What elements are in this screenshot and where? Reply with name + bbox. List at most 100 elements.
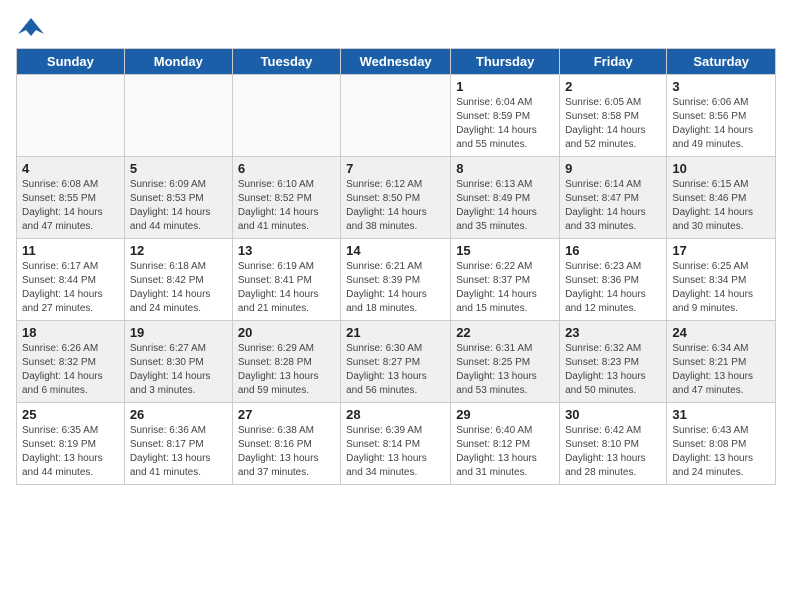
day-number: 12 xyxy=(130,243,227,258)
day-number: 17 xyxy=(672,243,770,258)
calendar-cell: 18 Sunrise: 6:26 AM Sunset: 8:32 PM Dayli… xyxy=(17,321,125,403)
logo-icon xyxy=(16,16,46,40)
day-number: 30 xyxy=(565,407,661,422)
day-info: Sunrise: 6:42 AM Sunset: 8:10 PM Dayligh… xyxy=(565,424,661,480)
day-number: 28 xyxy=(346,407,445,422)
calendar-cell: 25 Sunrise: 6:35 AM Sunset: 8:19 PM Dayli… xyxy=(17,403,125,485)
day-info: Sunrise: 6:10 AM Sunset: 8:52 PM Dayligh… xyxy=(238,178,335,234)
day-number: 27 xyxy=(238,407,335,422)
day-info: Sunrise: 6:36 AM Sunset: 8:17 PM Dayligh… xyxy=(130,424,227,480)
day-number: 1 xyxy=(456,79,554,94)
day-header-friday: Friday xyxy=(560,49,667,75)
calendar-cell: 20 Sunrise: 6:29 AM Sunset: 8:28 PM Dayli… xyxy=(232,321,340,403)
day-number: 2 xyxy=(565,79,661,94)
day-number: 23 xyxy=(565,325,661,340)
calendar-cell: 2 Sunrise: 6:05 AM Sunset: 8:58 PM Daylig… xyxy=(560,75,667,157)
logo xyxy=(16,16,50,40)
calendar-cell: 22Sunrise: 6:31 AM Sunset: 8:25 PM Dayli… xyxy=(451,321,560,403)
day-info: Sunrise: 6:06 AM Sunset: 8:56 PM Dayligh… xyxy=(672,96,770,152)
calendar-cell: 31 Sunrise: 6:43 AM Sunset: 8:08 PM Dayli… xyxy=(667,403,776,485)
day-header-wednesday: Wednesday xyxy=(341,49,451,75)
day-number: 20 xyxy=(238,325,335,340)
day-number: 11 xyxy=(22,243,119,258)
calendar-body: 1 Sunrise: 6:04 AM Sunset: 8:59 PM Daylig… xyxy=(17,75,776,485)
day-info: Sunrise: 6:26 AM Sunset: 8:32 PM Dayligh… xyxy=(22,342,119,398)
day-number: 19 xyxy=(130,325,227,340)
day-number: 8 xyxy=(456,161,554,176)
day-info: Sunrise: 6:39 AM Sunset: 8:14 PM Dayligh… xyxy=(346,424,445,480)
calendar-cell: 7Sunrise: 6:12 AM Sunset: 8:50 PM Daylig… xyxy=(341,157,451,239)
day-number: 10 xyxy=(672,161,770,176)
day-header-thursday: Thursday xyxy=(451,49,560,75)
calendar-week-row: 4 Sunrise: 6:08 AM Sunset: 8:55 PM Daylig… xyxy=(17,157,776,239)
day-info: Sunrise: 6:13 AM Sunset: 8:49 PM Dayligh… xyxy=(456,178,554,234)
day-info: Sunrise: 6:32 AM Sunset: 8:23 PM Dayligh… xyxy=(565,342,661,398)
day-info: Sunrise: 6:22 AM Sunset: 8:37 PM Dayligh… xyxy=(456,260,554,316)
day-number: 29 xyxy=(456,407,554,422)
page-header xyxy=(16,16,776,40)
calendar-week-row: 11Sunrise: 6:17 AM Sunset: 8:44 PM Dayli… xyxy=(17,239,776,321)
day-header-saturday: Saturday xyxy=(667,49,776,75)
calendar-cell: 10Sunrise: 6:15 AM Sunset: 8:46 PM Dayli… xyxy=(667,157,776,239)
calendar-cell: 3 Sunrise: 6:06 AM Sunset: 8:56 PM Daylig… xyxy=(667,75,776,157)
day-number: 16 xyxy=(565,243,661,258)
day-number: 5 xyxy=(130,161,227,176)
calendar-week-row: 18 Sunrise: 6:26 AM Sunset: 8:32 PM Dayli… xyxy=(17,321,776,403)
day-info: Sunrise: 6:08 AM Sunset: 8:55 PM Dayligh… xyxy=(22,178,119,234)
day-info: Sunrise: 6:43 AM Sunset: 8:08 PM Dayligh… xyxy=(672,424,770,480)
calendar-cell xyxy=(341,75,451,157)
day-info: Sunrise: 6:27 AM Sunset: 8:30 PM Dayligh… xyxy=(130,342,227,398)
calendar-cell: 5 Sunrise: 6:09 AM Sunset: 8:53 PM Daylig… xyxy=(124,157,232,239)
calendar-table: SundayMondayTuesdayWednesdayThursdayFrid… xyxy=(16,48,776,485)
calendar-cell: 27Sunrise: 6:38 AM Sunset: 8:16 PM Dayli… xyxy=(232,403,340,485)
day-number: 4 xyxy=(22,161,119,176)
day-number: 3 xyxy=(672,79,770,94)
day-info: Sunrise: 6:23 AM Sunset: 8:36 PM Dayligh… xyxy=(565,260,661,316)
calendar-cell xyxy=(17,75,125,157)
calendar-cell: 15 Sunrise: 6:22 AM Sunset: 8:37 PM Dayli… xyxy=(451,239,560,321)
day-info: Sunrise: 6:18 AM Sunset: 8:42 PM Dayligh… xyxy=(130,260,227,316)
calendar-cell: 1 Sunrise: 6:04 AM Sunset: 8:59 PM Daylig… xyxy=(451,75,560,157)
day-number: 15 xyxy=(456,243,554,258)
day-number: 6 xyxy=(238,161,335,176)
calendar-cell: 21Sunrise: 6:30 AM Sunset: 8:27 PM Dayli… xyxy=(341,321,451,403)
day-number: 26 xyxy=(130,407,227,422)
day-number: 24 xyxy=(672,325,770,340)
calendar-cell: 29 Sunrise: 6:40 AM Sunset: 8:12 PM Dayli… xyxy=(451,403,560,485)
calendar-cell: 16 Sunrise: 6:23 AM Sunset: 8:36 PM Dayli… xyxy=(560,239,667,321)
day-number: 22 xyxy=(456,325,554,340)
day-header-monday: Monday xyxy=(124,49,232,75)
day-header-tuesday: Tuesday xyxy=(232,49,340,75)
day-info: Sunrise: 6:34 AM Sunset: 8:21 PM Dayligh… xyxy=(672,342,770,398)
calendar-week-row: 1 Sunrise: 6:04 AM Sunset: 8:59 PM Daylig… xyxy=(17,75,776,157)
calendar-cell: 4 Sunrise: 6:08 AM Sunset: 8:55 PM Daylig… xyxy=(17,157,125,239)
calendar-cell: 6 Sunrise: 6:10 AM Sunset: 8:52 PM Daylig… xyxy=(232,157,340,239)
calendar-cell xyxy=(232,75,340,157)
day-info: Sunrise: 6:05 AM Sunset: 8:58 PM Dayligh… xyxy=(565,96,661,152)
day-info: Sunrise: 6:40 AM Sunset: 8:12 PM Dayligh… xyxy=(456,424,554,480)
day-header-sunday: Sunday xyxy=(17,49,125,75)
day-number: 31 xyxy=(672,407,770,422)
calendar-cell: 26 Sunrise: 6:36 AM Sunset: 8:17 PM Dayli… xyxy=(124,403,232,485)
calendar-cell: 8 Sunrise: 6:13 AM Sunset: 8:49 PM Daylig… xyxy=(451,157,560,239)
day-number: 18 xyxy=(22,325,119,340)
day-info: Sunrise: 6:29 AM Sunset: 8:28 PM Dayligh… xyxy=(238,342,335,398)
calendar-cell: 23 Sunrise: 6:32 AM Sunset: 8:23 PM Dayli… xyxy=(560,321,667,403)
day-number: 14 xyxy=(346,243,445,258)
day-number: 25 xyxy=(22,407,119,422)
calendar-cell: 24 Sunrise: 6:34 AM Sunset: 8:21 PM Dayli… xyxy=(667,321,776,403)
day-number: 13 xyxy=(238,243,335,258)
day-number: 7 xyxy=(346,161,445,176)
day-info: Sunrise: 6:09 AM Sunset: 8:53 PM Dayligh… xyxy=(130,178,227,234)
calendar-cell: 19 Sunrise: 6:27 AM Sunset: 8:30 PM Dayli… xyxy=(124,321,232,403)
day-info: Sunrise: 6:25 AM Sunset: 8:34 PM Dayligh… xyxy=(672,260,770,316)
calendar-cell: 17 Sunrise: 6:25 AM Sunset: 8:34 PM Dayli… xyxy=(667,239,776,321)
day-info: Sunrise: 6:35 AM Sunset: 8:19 PM Dayligh… xyxy=(22,424,119,480)
day-info: Sunrise: 6:04 AM Sunset: 8:59 PM Dayligh… xyxy=(456,96,554,152)
day-info: Sunrise: 6:30 AM Sunset: 8:27 PM Dayligh… xyxy=(346,342,445,398)
calendar-cell: 9Sunrise: 6:14 AM Sunset: 8:47 PM Daylig… xyxy=(560,157,667,239)
day-number: 9 xyxy=(565,161,661,176)
calendar-cell: 30 Sunrise: 6:42 AM Sunset: 8:10 PM Dayli… xyxy=(560,403,667,485)
day-info: Sunrise: 6:21 AM Sunset: 8:39 PM Dayligh… xyxy=(346,260,445,316)
calendar-cell: 14 Sunrise: 6:21 AM Sunset: 8:39 PM Dayli… xyxy=(341,239,451,321)
